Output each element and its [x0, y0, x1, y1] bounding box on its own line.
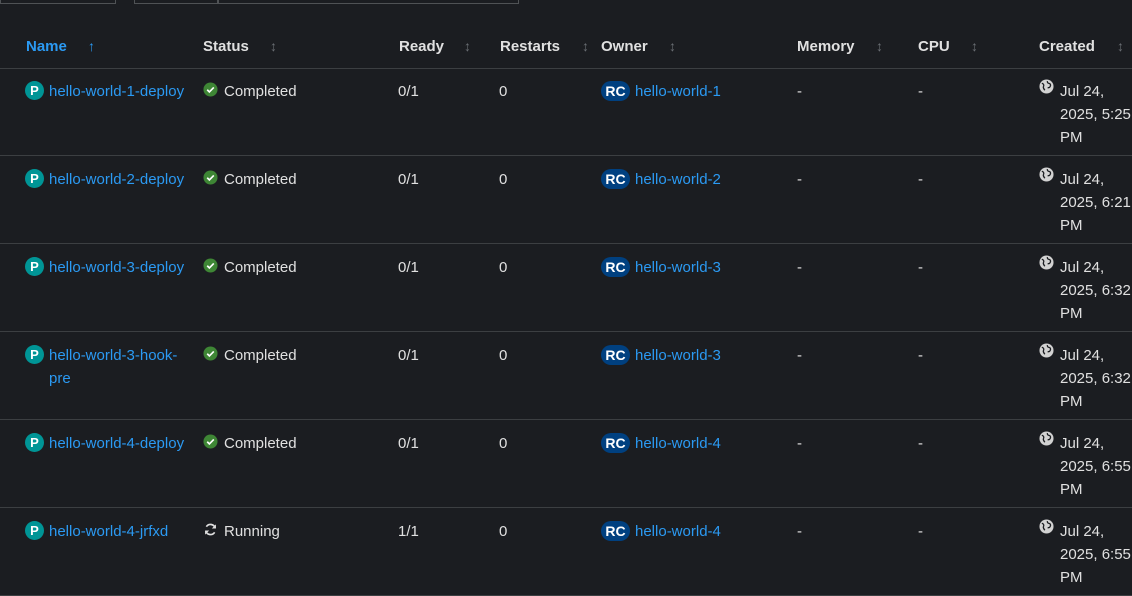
owner-link[interactable]: hello-world-4	[635, 432, 721, 455]
owner-kind-badge: RC	[601, 433, 630, 453]
check-circle-icon	[203, 258, 218, 273]
memory-value: -	[797, 523, 802, 540]
owner-link[interactable]: hello-world-3	[635, 256, 721, 279]
check-circle-icon	[203, 82, 218, 97]
globe-icon	[1039, 79, 1054, 94]
column-header-cpu[interactable]: CPU	[918, 38, 950, 55]
restarts-value: 0	[499, 435, 508, 452]
memory-value: -	[797, 347, 802, 364]
column-header-name[interactable]: Name	[26, 38, 67, 55]
owner-link[interactable]: hello-world-3	[635, 344, 721, 367]
owner-kind-badge: RC	[601, 169, 630, 189]
table-row: P hello-world-2-deploy Completed 0/1 0 R…	[0, 156, 1132, 244]
check-circle-icon	[203, 434, 218, 449]
column-header-created[interactable]: Created	[1039, 38, 1095, 55]
table-row: P hello-world-1-deploy Completed 0/1 0 R…	[0, 68, 1132, 156]
restarts-value: 0	[499, 171, 508, 188]
pod-badge: P	[25, 433, 44, 452]
column-header-ready[interactable]: Ready	[399, 38, 444, 55]
column-header-restarts[interactable]: Restarts	[500, 38, 560, 55]
ready-value: 0/1	[398, 259, 419, 276]
memory-value: -	[797, 259, 802, 276]
created-timestamp: Jul 24, 2025, 6:55 PM	[1060, 435, 1131, 498]
check-circle-icon	[203, 170, 218, 185]
cpu-value: -	[918, 347, 923, 364]
toolbar-remnant	[0, 0, 1132, 6]
table-row: P hello-world-3-hook-pre Completed 0/1 0…	[0, 332, 1132, 420]
ready-value: 0/1	[398, 83, 419, 100]
created-timestamp: Jul 24, 2025, 6:21 PM	[1060, 171, 1131, 234]
column-header-memory[interactable]: Memory	[797, 38, 855, 55]
memory-value: -	[797, 171, 802, 188]
sort-icon[interactable]: ↕	[971, 38, 978, 54]
table-header: Name ↑ Status ↕ Ready ↕ Restarts ↕ Owner…	[0, 30, 1132, 69]
pod-name-link[interactable]: hello-world-4-jrfxd	[49, 520, 209, 543]
owner-kind-badge: RC	[601, 345, 630, 365]
pod-badge: P	[25, 169, 44, 188]
owner-link[interactable]: hello-world-4	[635, 520, 721, 543]
table-row: P hello-world-3-deploy Completed 0/1 0 R…	[0, 244, 1132, 332]
ready-value: 1/1	[398, 523, 419, 540]
table-row: P hello-world-4-deploy Completed 0/1 0 R…	[0, 420, 1132, 508]
column-header-status[interactable]: Status	[203, 38, 249, 55]
pod-name-link[interactable]: hello-world-4-deploy	[49, 432, 189, 455]
created-timestamp: Jul 24, 2025, 6:32 PM	[1060, 347, 1131, 410]
cpu-value: -	[918, 259, 923, 276]
restarts-value: 0	[499, 523, 508, 540]
toolbar-search-edge[interactable]	[218, 0, 519, 4]
ready-value: 0/1	[398, 435, 419, 452]
ready-value: 0/1	[398, 347, 419, 364]
restarts-value: 0	[499, 259, 508, 276]
created-timestamp: Jul 24, 2025, 5:25 PM	[1060, 83, 1131, 146]
restarts-value: 0	[499, 347, 508, 364]
status-text: Completed	[224, 83, 297, 100]
pod-name-link[interactable]: hello-world-1-deploy	[49, 80, 189, 103]
sort-icon[interactable]: ↕	[270, 38, 277, 54]
pod-name-link[interactable]: hello-world-3-deploy	[49, 256, 189, 279]
owner-kind-badge: RC	[601, 257, 630, 277]
status-text: Completed	[224, 435, 297, 452]
toolbar-control-edge[interactable]	[134, 0, 218, 4]
globe-icon	[1039, 255, 1054, 270]
globe-icon	[1039, 343, 1054, 358]
column-header-owner[interactable]: Owner	[601, 38, 648, 55]
memory-value: -	[797, 83, 802, 100]
sort-icon[interactable]: ↕	[1117, 38, 1124, 54]
status-text: Completed	[224, 171, 297, 188]
owner-kind-badge: RC	[601, 81, 630, 101]
table-row: P hello-world-4-jrfxd Running 1/1 0 RC h…	[0, 508, 1132, 596]
pod-name-link[interactable]: hello-world-2-deploy	[49, 168, 189, 191]
status-text: Completed	[224, 347, 297, 364]
sort-icon[interactable]: ↕	[876, 38, 883, 54]
cpu-value: -	[918, 171, 923, 188]
globe-icon	[1039, 167, 1054, 182]
sync-icon	[204, 523, 217, 536]
created-timestamp: Jul 24, 2025, 6:32 PM	[1060, 259, 1131, 322]
pod-badge: P	[25, 257, 44, 276]
cpu-value: -	[918, 523, 923, 540]
status-text: Completed	[224, 259, 297, 276]
owner-link[interactable]: hello-world-2	[635, 168, 721, 191]
check-circle-icon	[203, 346, 218, 361]
pod-badge: P	[25, 521, 44, 540]
owner-link[interactable]: hello-world-1	[635, 80, 721, 103]
status-text: Running	[224, 523, 280, 540]
ready-value: 0/1	[398, 171, 419, 188]
globe-icon	[1039, 431, 1054, 446]
sort-icon[interactable]: ↕	[464, 38, 471, 54]
cpu-value: -	[918, 435, 923, 452]
sort-icon[interactable]: ↕	[669, 38, 676, 54]
restarts-value: 0	[499, 83, 508, 100]
owner-kind-badge: RC	[601, 521, 630, 541]
globe-icon	[1039, 519, 1054, 534]
pod-badge: P	[25, 81, 44, 100]
sort-ascending-icon[interactable]: ↑	[88, 38, 95, 54]
toolbar-control-edge[interactable]	[0, 0, 116, 4]
pod-name-link[interactable]: hello-world-3-hook-pre	[49, 344, 189, 390]
pod-badge: P	[25, 345, 44, 364]
sort-icon[interactable]: ↕	[582, 38, 589, 54]
cpu-value: -	[918, 83, 923, 100]
memory-value: -	[797, 435, 802, 452]
